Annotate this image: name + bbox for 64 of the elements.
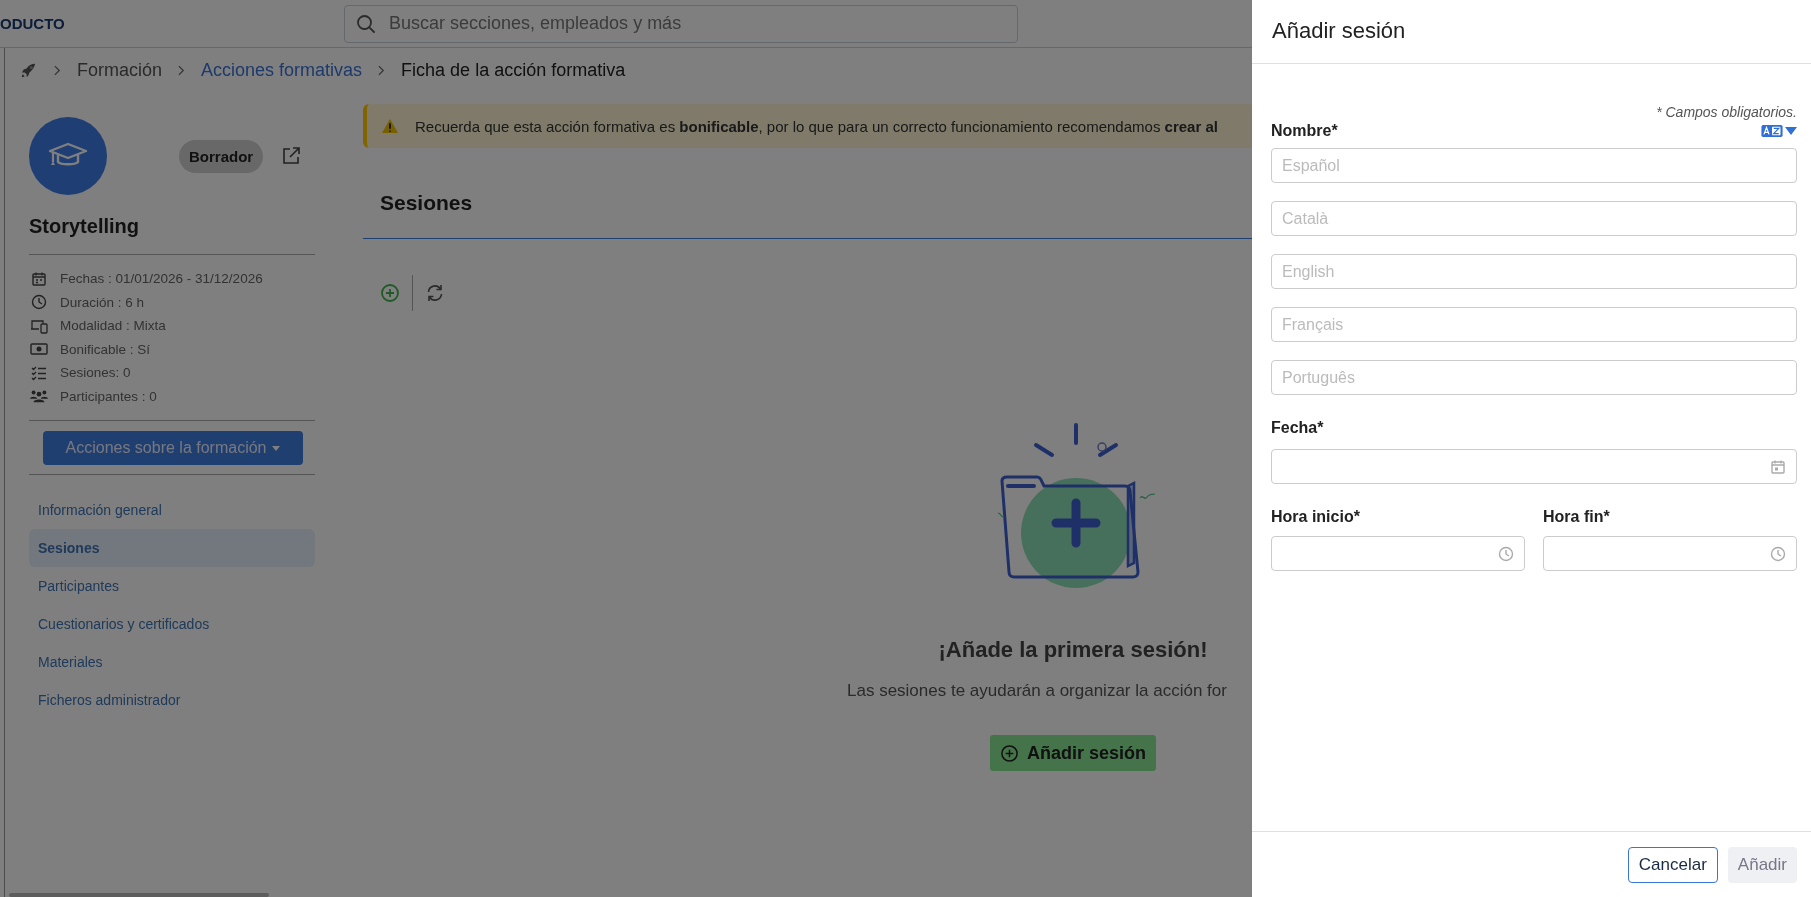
calendar-icon <box>30 270 48 287</box>
banknote-icon <box>30 341 48 358</box>
course-info-text: Modalidad : Mixta <box>60 318 166 334</box>
time-input[interactable] <box>1271 536 1525 571</box>
chevron-icon <box>378 64 386 76</box>
text-input[interactable]: Español <box>1271 148 1797 183</box>
caret-icon <box>272 445 281 451</box>
refresh-icon[interactable] <box>425 283 445 303</box>
add-icon[interactable] <box>380 283 400 303</box>
breadcrumb-link[interactable]: Formación <box>77 59 163 81</box>
calendar-icon <box>1770 458 1786 475</box>
search-icon <box>356 13 376 34</box>
search-field[interactable]: Buscar secciones, empleados y más <box>344 4 1018 43</box>
clock-icon <box>30 294 48 311</box>
field-label: Hora fin* <box>1543 507 1611 527</box>
translate-dropdown[interactable] <box>1761 124 1797 138</box>
sidebar-item[interactable]: Ficheros administrador <box>29 681 315 719</box>
field-label: Nombre* <box>1271 121 1338 141</box>
course-info-text: Bonificable : Sí <box>60 341 151 357</box>
course-actions-dropdown[interactable]: Acciones sobre la formación <box>43 431 303 465</box>
sidebar-item[interactable]: Materiales <box>29 643 315 681</box>
clock-icon <box>1498 545 1514 562</box>
course-info-text: Sesiones: 0 <box>60 365 131 381</box>
field-label: Hora inicio* <box>1271 507 1361 527</box>
sidebar-item[interactable]: Cuestionarios y certificados <box>29 605 315 643</box>
scrollbar[interactable] <box>9 893 269 897</box>
checklist-icon <box>30 364 48 381</box>
course-info-text: Duración : 6 h <box>60 294 145 310</box>
breadcrumb-link[interactable]: Acciones formativas <box>201 59 363 81</box>
sidebar-item[interactable]: Participantes <box>29 567 315 605</box>
brand-name: ODUCTO <box>0 14 65 32</box>
devices-icon <box>30 317 48 334</box>
modal-backdrop[interactable] <box>0 0 1252 897</box>
alert-text: Recuerda que esta acción formativa es bonificable, por lo que para un correcto funcionamiento recomendamos crear al <box>415 117 1218 135</box>
date-input[interactable] <box>1271 449 1797 484</box>
text-input[interactable]: English <box>1271 254 1797 289</box>
chevron-icon <box>178 64 186 76</box>
course-info-text: Fechas : 01/01/2026 - 31/12/2026 <box>60 271 263 287</box>
course-title: Storytelling <box>29 215 140 238</box>
breadcrumb-current: Ficha de la acción formativa <box>401 59 626 81</box>
time-input[interactable] <box>1543 536 1797 571</box>
warning-icon <box>381 118 399 134</box>
text-input[interactable]: Português <box>1271 360 1797 395</box>
caret-icon <box>1785 127 1797 135</box>
people-icon <box>30 388 48 405</box>
external-link-icon[interactable] <box>281 146 302 166</box>
text-input[interactable]: Français <box>1271 307 1797 342</box>
course-info-text: Participantes : 0 <box>60 388 157 404</box>
field-label: Fecha* <box>1271 418 1325 438</box>
add-session-button[interactable]: Añadir sesión <box>990 735 1156 771</box>
required-note: * Campos obligatorios. <box>1655 104 1797 120</box>
cancel-button[interactable]: Cancelar <box>1627 846 1718 883</box>
empty-state-title: ¡Añade la primera sesión! <box>938 637 1208 663</box>
translate-icon <box>1761 124 1783 138</box>
clock-icon <box>1770 545 1786 562</box>
add-icon <box>1000 743 1019 763</box>
drawer-title: Añadir sesión <box>1272 17 1406 45</box>
sidebar-item[interactable]: Sesiones <box>29 529 315 567</box>
empty-state-text: Las sesiones te ayudarán a organizar la acción for <box>847 681 1227 701</box>
section-title: Sesiones <box>380 190 473 215</box>
text-input[interactable]: Català <box>1271 201 1797 236</box>
chevron-icon <box>54 64 61 76</box>
sidebar-item[interactable]: Información general <box>29 491 315 529</box>
status-badge: Borrador <box>179 139 264 173</box>
